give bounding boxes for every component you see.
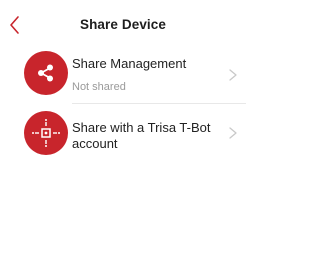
- share-management-label: Share Management: [72, 56, 187, 71]
- share-status-text: Not shared: [72, 81, 126, 93]
- share-with-account-item[interactable]: Share with a Trisa T-Bot account: [0, 104, 246, 162]
- chevron-right-icon: [229, 127, 237, 139]
- chevron-right-icon: [229, 69, 237, 81]
- share-device-screen: Share Device Share Management Not shared: [0, 0, 246, 280]
- page-title: Share Device: [79, 17, 166, 32]
- header: Share Device: [0, 0, 246, 48]
- device-share-icon: [24, 111, 68, 155]
- share-with-account-label: Share with a Trisa T-Bot account: [72, 120, 211, 151]
- share-icon: [24, 51, 68, 95]
- share-management-item[interactable]: Share Management Not shared: [0, 48, 246, 104]
